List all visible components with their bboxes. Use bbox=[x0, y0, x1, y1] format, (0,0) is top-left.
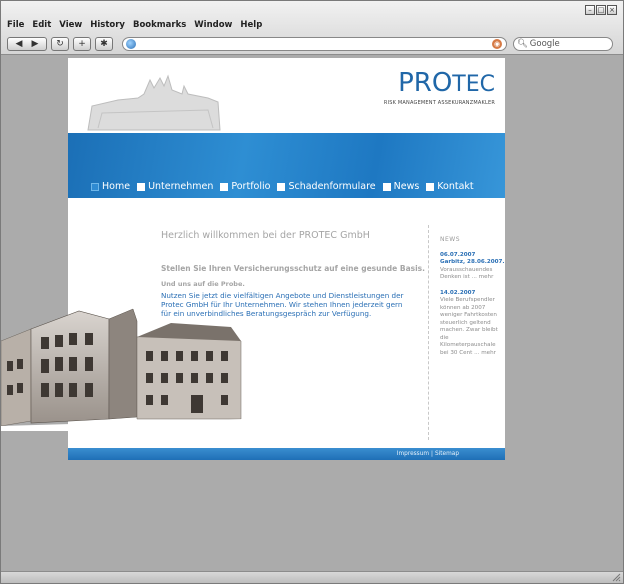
logo-tagline: RISK MANAGEMENT ASSEKURANZMAKLER bbox=[383, 100, 495, 106]
nav-square-icon bbox=[382, 182, 391, 191]
footer-separator: | bbox=[431, 451, 433, 457]
menu-bookmarks[interactable]: Bookmarks bbox=[133, 20, 186, 30]
browser-window: – □ × File Edit View History Bookmarks W… bbox=[0, 0, 624, 584]
nav-home[interactable]: Home bbox=[91, 181, 130, 192]
nav-label: Home bbox=[102, 181, 131, 192]
back-forward-buttons[interactable]: ◀ ▶ bbox=[7, 37, 47, 51]
protec-logo[interactable]: PROTEC RISK MANAGEMENT ASSEKURANZMAKLER bbox=[384, 68, 495, 106]
nav-label: Kontakt bbox=[437, 181, 474, 192]
logo-pro: PRO bbox=[398, 68, 453, 98]
search-input[interactable]: 🔍︎ Google bbox=[513, 37, 613, 51]
bug-report-button[interactable]: ✱ bbox=[95, 37, 113, 51]
impressum-link[interactable]: Impressum bbox=[397, 451, 429, 457]
news-sidebar: NEWS 06.07.2007 Garbitz, 28.06.2007. Vor… bbox=[440, 236, 505, 365]
nav-label: Schadenformulare bbox=[288, 181, 376, 192]
status-bar bbox=[1, 571, 623, 583]
news-text: Viele Berufspendler können ab 2007 wenig… bbox=[440, 297, 498, 356]
nav-square-icon bbox=[91, 182, 99, 191]
nav-label: News bbox=[393, 181, 420, 192]
plus-icon: + bbox=[78, 39, 86, 49]
nav-label: Portfolio bbox=[231, 181, 271, 192]
news-date: 14.02.2007 bbox=[440, 289, 476, 296]
minimize-button[interactable]: – bbox=[585, 5, 595, 15]
nav-schadenformulare[interactable]: Schadenformulare bbox=[277, 181, 376, 192]
search-icon[interactable]: 🔍︎ bbox=[517, 38, 528, 50]
logo-wordmark: PROTEC bbox=[384, 68, 495, 98]
menu-edit[interactable]: Edit bbox=[32, 20, 51, 30]
search-placeholder: Google bbox=[529, 39, 560, 49]
menu-window[interactable]: Window bbox=[194, 20, 232, 30]
window-controls: – □ × bbox=[585, 5, 617, 15]
subtitle-secondary: Und uns auf die Probe. bbox=[161, 280, 245, 288]
nav-square-icon bbox=[426, 182, 435, 191]
menu-help[interactable]: Help bbox=[240, 20, 262, 30]
back-icon[interactable]: ◀ bbox=[16, 38, 23, 50]
castle-illustration bbox=[87, 74, 221, 131]
nav-kontakt[interactable]: Kontakt bbox=[426, 181, 474, 192]
site-footer: Impressum | Sitemap bbox=[68, 448, 505, 460]
news-date: 06.07.2007 bbox=[440, 251, 476, 258]
main-navigation: Home Unternehmen Portfolio Schadenformul… bbox=[91, 181, 474, 192]
nav-label: Unternehmen bbox=[148, 181, 214, 192]
reload-button[interactable]: ↻ bbox=[51, 37, 69, 51]
logo-tec: TEC bbox=[452, 72, 495, 97]
navigation-toolbar: ◀ ▶ ↻ + ✱ bbox=[7, 37, 113, 51]
reload-icon: ↻ bbox=[56, 39, 64, 49]
browser-chrome: – □ × File Edit View History Bookmarks W… bbox=[1, 1, 623, 55]
nav-unternehmen[interactable]: Unternehmen bbox=[137, 181, 213, 192]
globe-icon bbox=[126, 39, 136, 49]
menu-view[interactable]: View bbox=[59, 20, 82, 30]
maximize-button[interactable]: □ bbox=[596, 5, 606, 15]
news-headline: Garbitz, 28.06.2007. bbox=[440, 259, 505, 265]
bug-icon: ✱ bbox=[100, 39, 108, 49]
page-title: Herzlich willkommen bei der PROTEC GmbH bbox=[161, 230, 370, 241]
column-divider bbox=[428, 225, 429, 440]
nav-square-icon bbox=[220, 182, 229, 191]
nav-portfolio[interactable]: Portfolio bbox=[220, 181, 270, 192]
subtitle: Stellen Sie Ihren Versicherungsschutz au… bbox=[161, 264, 425, 273]
news-item[interactable]: 14.02.2007 Viele Berufspendler können ab… bbox=[440, 290, 505, 358]
building-photo bbox=[1, 308, 246, 431]
forward-icon[interactable]: ▶ bbox=[32, 38, 39, 50]
news-text: Vorausschauendes Denken ist ... mehr bbox=[440, 266, 494, 281]
nav-square-icon bbox=[277, 182, 286, 191]
menu-bar: File Edit View History Bookmarks Window … bbox=[7, 20, 262, 30]
site-header: PROTEC RISK MANAGEMENT ASSEKURANZMAKLER bbox=[68, 58, 505, 133]
menu-file[interactable]: File bbox=[7, 20, 24, 30]
menu-history[interactable]: History bbox=[90, 20, 125, 30]
close-button[interactable]: × bbox=[607, 5, 617, 15]
address-bar[interactable]: ◉ bbox=[122, 37, 507, 51]
rss-icon[interactable]: ◉ bbox=[492, 39, 502, 49]
sitemap-link[interactable]: Sitemap bbox=[435, 451, 459, 457]
nav-news[interactable]: News bbox=[382, 181, 420, 192]
add-bookmark-button[interactable]: + bbox=[73, 37, 91, 51]
resize-grip-icon[interactable] bbox=[612, 573, 621, 582]
news-heading: NEWS bbox=[440, 236, 461, 243]
nav-square-icon bbox=[137, 182, 146, 191]
news-item[interactable]: 06.07.2007 Garbitz, 28.06.2007. Voraussc… bbox=[440, 252, 505, 282]
